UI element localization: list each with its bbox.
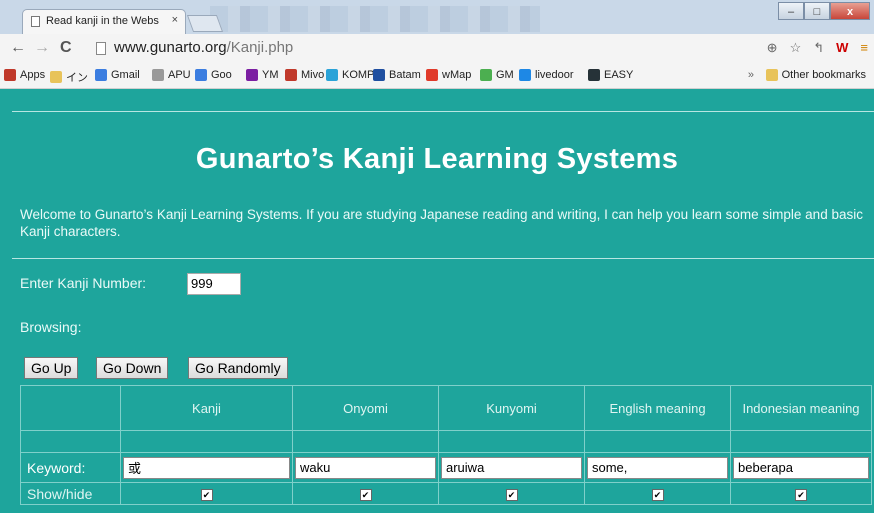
kanji-number-input[interactable]: 999 <box>187 273 241 295</box>
bookmark-wmap[interactable]: wMap <box>426 69 471 81</box>
bookmarks-overflow-icon[interactable]: » <box>748 69 754 81</box>
folder-icon <box>765 69 778 81</box>
apps-icon <box>4 69 16 81</box>
bookmark-komp[interactable]: KOMP <box>326 69 374 81</box>
keyword-row: Keyword: <box>20 452 872 483</box>
bookmark-goo[interactable]: Goo <box>195 69 232 81</box>
bookmark-apu[interactable]: APU <box>152 69 191 81</box>
top-divider <box>12 111 874 112</box>
page-title: Gunarto’s Kanji Learning Systems <box>195 143 679 175</box>
url-text[interactable]: www.gunarto.org/Kanji.php <box>114 39 293 56</box>
extension-icon[interactable]: ↰ <box>813 40 824 56</box>
google-icon <box>195 69 207 81</box>
table-header-row: Kanji Onyomi Kunyomi English meaning Ind… <box>20 385 872 431</box>
keyword-label: Keyword: <box>20 452 121 483</box>
column-header-kunyomi: Kunyomi <box>438 385 585 431</box>
show-kanji-checkbox[interactable]: ✔ <box>200 488 213 501</box>
bookmark-mivo[interactable]: Mivo <box>285 69 324 81</box>
keyword-kunyomi-input[interactable] <box>441 456 582 479</box>
kanji-table: Kanji Onyomi Kunyomi English meaning Ind… <box>20 385 872 505</box>
bookmark-easy[interactable]: EASY <box>588 69 633 81</box>
welcome-divider <box>12 258 874 259</box>
tab-strip-background <box>210 6 540 32</box>
show-english-checkbox[interactable]: ✔ <box>651 488 664 501</box>
bookmark-batam[interactable]: Batam <box>373 69 421 81</box>
showhide-row: Show/hide ✔ ✔ ✔ ✔ ✔ <box>20 482 872 505</box>
column-header-onyomi: Onyomi <box>292 385 439 431</box>
kanji-page: Gunarto’s Kanji Learning Systems Welcome… <box>0 89 874 513</box>
welcome-text: Welcome to Gunarto’s Kanji Learning Syst… <box>20 207 863 239</box>
browsing-label: Browsing: <box>20 319 82 335</box>
go-up-button[interactable]: Go Up <box>24 357 79 379</box>
reload-icon[interactable]: C <box>60 39 72 57</box>
address-bar-row: ← → C www.gunarto.org/Kanji.php ⊕ ☆ ↰ W … <box>0 34 874 65</box>
bookmark-apps[interactable]: Apps <box>4 69 45 81</box>
tab-close-icon[interactable]: × <box>172 14 178 26</box>
showhide-label: Show/hide <box>20 482 121 505</box>
gm-icon <box>480 69 492 81</box>
wmap-icon <box>426 69 438 81</box>
star-bookmark-icon[interactable]: ☆ <box>790 40 802 56</box>
bookmark-gm[interactable]: GM <box>480 69 514 81</box>
show-indonesian-checkbox[interactable]: ✔ <box>795 488 807 501</box>
mivo-icon <box>285 69 297 81</box>
minimize-button[interactable]: – <box>778 2 804 20</box>
omnibox-icons: ⊕ ☆ ↰ W ≡ <box>767 40 868 56</box>
keyword-onyomi-input[interactable] <box>295 456 436 479</box>
bookmarks-bar: Other bookmarks » Apps イン Gmail APU Goo YM Miv… <box>0 64 874 89</box>
zoom-icon[interactable]: ⊕ <box>767 40 778 56</box>
google-icon <box>95 69 107 81</box>
kanji-number-label: Enter Kanji Number: <box>20 275 147 291</box>
browser-tab-strip: Read kanji in the Webs × – □ x <box>0 0 874 34</box>
close-window-button[interactable]: x <box>830 2 870 20</box>
maximize-button[interactable]: □ <box>804 2 830 20</box>
show-onyomi-checkbox[interactable]: ✔ <box>359 488 372 501</box>
keyword-english-input[interactable] <box>587 456 728 479</box>
tab-title: Read kanji in the Webs <box>46 15 159 27</box>
column-header-kanji: Kanji <box>120 385 293 431</box>
forward-arrow-icon[interactable]: → <box>34 39 50 57</box>
page-icon <box>96 42 106 55</box>
column-header-indonesian-meaning: Indonesian meaning <box>730 385 872 431</box>
url-bar[interactable]: www.gunarto.org/Kanji.php <box>96 39 748 59</box>
w-extension-icon[interactable]: W <box>836 40 848 56</box>
show-kunyomi-checkbox[interactable]: ✔ <box>505 488 518 501</box>
column-header-english-meaning: English meaning <box>584 385 731 431</box>
kompas-icon <box>326 69 338 81</box>
bookmark-livedoor[interactable]: livedoor <box>519 69 574 81</box>
table-empty-row <box>20 430 872 453</box>
bookmark-gmail[interactable]: Gmail <box>95 69 140 81</box>
page-icon <box>152 69 164 81</box>
table-corner-cell <box>20 385 121 431</box>
keyword-kanji-input[interactable] <box>123 456 290 479</box>
window-controls: – □ x <box>778 2 870 22</box>
keyword-indonesian-input[interactable] <box>733 456 869 479</box>
page-icon <box>31 16 40 27</box>
back-arrow-icon[interactable]: ← <box>10 39 26 57</box>
bookmark--[interactable]: イン <box>50 69 88 85</box>
bookmark-ym[interactable]: YM <box>246 69 279 81</box>
menu-icon[interactable]: ≡ <box>860 40 868 56</box>
go-down-button[interactable]: Go Down <box>96 357 169 379</box>
batam-icon <box>373 69 385 81</box>
easy-icon <box>588 69 600 81</box>
go-randomly-button[interactable]: Go Randomly <box>188 357 288 379</box>
other-bookmarks[interactable]: Other bookmarks <box>765 69 866 81</box>
folder-icon <box>50 71 62 83</box>
yahoo-icon <box>246 69 258 81</box>
new-tab-button[interactable] <box>186 15 224 32</box>
browser-tab[interactable]: Read kanji in the Webs × <box>22 9 186 34</box>
livedoor-icon <box>519 69 531 81</box>
